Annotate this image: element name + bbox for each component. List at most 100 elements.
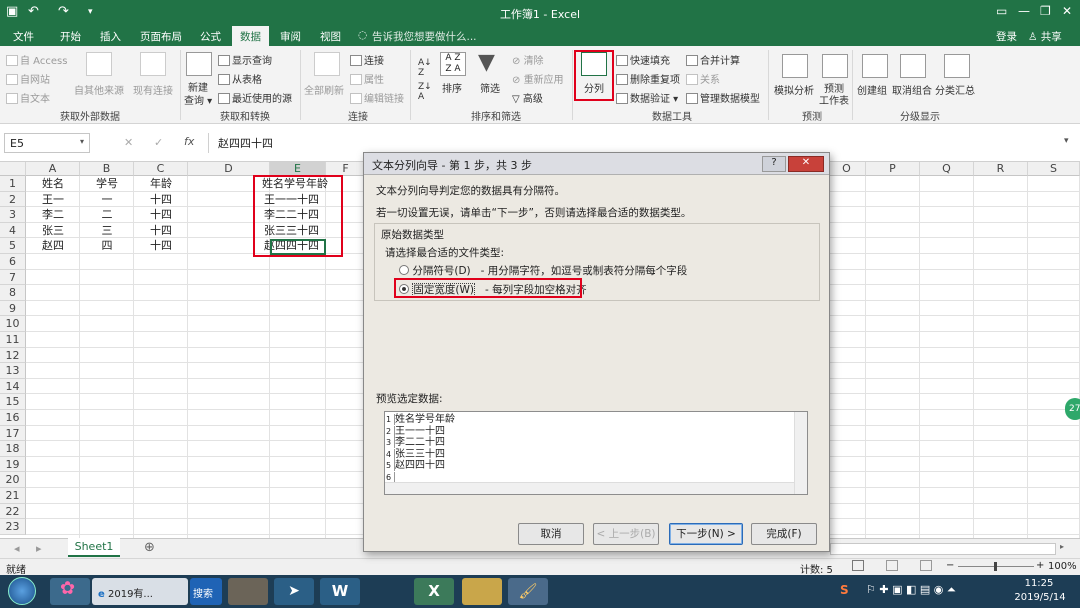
zoom-slider-thumb[interactable] — [994, 562, 997, 571]
enter-formula-button[interactable]: ✓ — [154, 136, 163, 149]
tab-view[interactable]: 视图 — [320, 29, 341, 44]
column-header-r[interactable]: R — [974, 162, 1028, 176]
other-sources-button[interactable]: 自其他来源 — [74, 82, 124, 97]
taskbar-excel[interactable]: X — [414, 578, 454, 605]
preview-horizontal-scrollbar[interactable] — [385, 482, 794, 494]
row-header[interactable]: 22 — [0, 503, 26, 520]
reapply-button[interactable]: ⊘ 重新应用 — [512, 71, 564, 86]
cell[interactable]: 李二 — [26, 207, 80, 223]
select-all-corner[interactable] — [0, 162, 26, 176]
back-button[interactable]: < 上一步(B) — [593, 523, 659, 545]
row-header[interactable]: 13 — [0, 363, 26, 379]
row-header[interactable]: 20 — [0, 472, 26, 488]
cell[interactable]: 十四 — [134, 238, 188, 254]
tab-insert[interactable]: 插入 — [100, 29, 121, 44]
row-header[interactable]: 17 — [0, 425, 26, 442]
sort-button[interactable]: 排序 — [442, 80, 462, 95]
row-header[interactable]: 2 — [0, 191, 26, 208]
column-header-p[interactable]: P — [866, 162, 920, 176]
row-header[interactable]: 14 — [0, 378, 26, 395]
forecast-sheet-button-line2[interactable]: 工作表 — [819, 92, 849, 107]
row-header[interactable]: 8 — [0, 285, 26, 301]
page-break-view-icon[interactable] — [920, 560, 932, 571]
ribbon-display-icon[interactable]: ▭ — [996, 4, 1007, 18]
sogou-tray-icon[interactable]: S — [840, 583, 849, 597]
from-access-button[interactable]: 自 Access — [6, 52, 67, 67]
side-badge[interactable]: 27 — [1065, 398, 1080, 420]
cell[interactable]: 年龄 — [134, 176, 188, 192]
existing-connections-button[interactable]: 现有连接 — [133, 82, 173, 97]
expand-formula-icon[interactable]: ▾ — [1064, 136, 1069, 146]
cell[interactable]: 姓名 — [26, 176, 80, 192]
row-header[interactable]: 5 — [0, 238, 26, 254]
tray-icons[interactable]: ⚐ ✚ ▣ ◧ ▤ ◉ ⏶ — [866, 583, 956, 597]
cell[interactable]: 三 — [80, 223, 134, 239]
cell[interactable]: 一 — [80, 192, 134, 208]
dialog-close-button[interactable]: ✕ — [788, 156, 824, 172]
row-header[interactable]: 19 — [0, 456, 26, 473]
column-header-d[interactable]: D — [188, 162, 270, 176]
cell[interactable]: 学号 — [80, 176, 134, 192]
from-table-button[interactable]: 从表格 — [218, 71, 262, 86]
row-header[interactable]: 12 — [0, 347, 26, 364]
column-header-a[interactable]: A — [26, 162, 80, 176]
column-header-s[interactable]: S — [1028, 162, 1080, 176]
column-header-q[interactable]: Q — [920, 162, 974, 176]
column-header-e[interactable]: E — [270, 162, 326, 176]
taskbar-word[interactable]: W — [320, 578, 360, 605]
what-if-button[interactable]: 模拟分析 — [774, 82, 814, 97]
show-queries-button[interactable]: 显示查询 — [218, 52, 272, 67]
taskbar-photo-app[interactable] — [228, 578, 268, 605]
insert-function-button[interactable]: fx — [184, 135, 194, 148]
share-button[interactable]: ♙ 共享 — [1028, 29, 1062, 44]
name-box-dropdown-icon[interactable]: ▾ — [80, 137, 84, 146]
row-header[interactable]: 1 — [0, 176, 26, 192]
row-header[interactable]: 15 — [0, 394, 26, 410]
group-button[interactable]: 创建组 — [857, 82, 887, 97]
taskbar-search[interactable]: 搜索 — [190, 578, 222, 605]
cell[interactable]: 赵四 — [26, 238, 80, 254]
tab-page-layout[interactable]: 页面布局 — [140, 29, 182, 44]
column-header-b[interactable]: B — [80, 162, 134, 176]
cell[interactable]: 十四 — [134, 192, 188, 208]
row-header[interactable]: 7 — [0, 269, 26, 286]
horizontal-scrollbar[interactable] — [830, 543, 1056, 555]
sheet-tab-sheet1[interactable]: Sheet1 — [68, 538, 120, 557]
connections-button[interactable]: 连接 — [350, 52, 384, 67]
remove-duplicates-button[interactable]: 删除重复项 — [616, 71, 680, 86]
scroll-right-icon[interactable]: ▸ — [1060, 542, 1064, 551]
sort-az-icon[interactable]: A↓ Z — [418, 58, 432, 78]
cancel-button[interactable]: 取消 — [518, 523, 584, 545]
delimited-option[interactable]: 分隔符号(D) - 用分隔字符，如逗号或制表符分隔每个字段 — [399, 263, 687, 278]
relationships-button[interactable]: 关系 — [686, 71, 720, 86]
row-header[interactable]: 10 — [0, 316, 26, 332]
row-header[interactable]: 16 — [0, 410, 26, 426]
finish-button[interactable]: 完成(F) — [751, 523, 817, 545]
page-layout-view-icon[interactable] — [886, 560, 898, 571]
cell[interactable]: 四 — [80, 238, 134, 254]
tab-home[interactable]: 开始 — [60, 29, 81, 44]
close-button[interactable]: ✕ — [1062, 4, 1072, 18]
column-header-o[interactable]: O — [828, 162, 866, 176]
manage-data-model-button[interactable]: 管理数据模型 — [686, 90, 760, 105]
restore-button[interactable]: ❐ — [1040, 4, 1051, 18]
cell[interactable]: 十四 — [134, 223, 188, 239]
tab-file[interactable]: 文件 — [13, 29, 34, 44]
properties-button[interactable]: 属性 — [350, 71, 384, 86]
tab-formulas[interactable]: 公式 — [200, 29, 221, 44]
cell[interactable]: 张三 — [26, 223, 80, 239]
delimited-radio[interactable] — [399, 265, 409, 275]
start-button[interactable] — [8, 577, 36, 605]
flash-fill-button[interactable]: 快速填充 — [616, 52, 670, 67]
cell[interactable]: 二 — [80, 207, 134, 223]
refresh-all-button[interactable]: 全部刷新 — [304, 82, 344, 97]
name-box[interactable]: E5 — [4, 133, 90, 153]
column-header-c[interactable]: C — [134, 162, 188, 176]
cell[interactable]: 十四 — [134, 207, 188, 223]
from-text-button[interactable]: 自文本 — [6, 90, 50, 105]
row-header[interactable]: 11 — [0, 332, 26, 348]
new-sheet-button[interactable]: ⊕ — [144, 540, 155, 555]
row-header[interactable]: 21 — [0, 488, 26, 504]
new-query-dropdown[interactable]: 查询 ▾ — [184, 92, 212, 107]
taskbar-folder[interactable] — [462, 578, 502, 605]
